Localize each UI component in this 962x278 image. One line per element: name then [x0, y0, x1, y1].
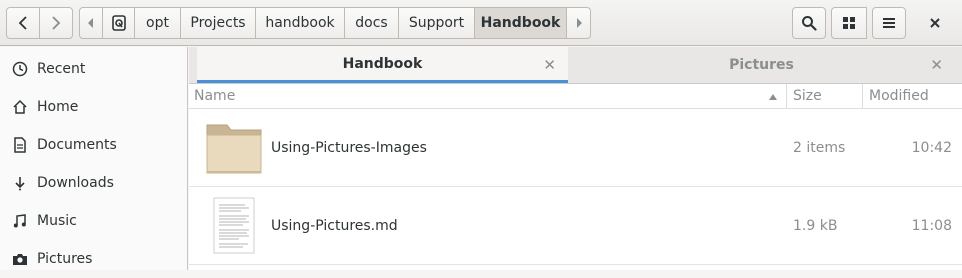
sidebar-item-label: Recent [37, 61, 86, 77]
path-segment[interactable]: Support [399, 7, 475, 39]
path-segment[interactable]: handbook [256, 7, 345, 39]
grid-icon [843, 17, 855, 29]
sidebar: Recent Home Documents Downloads Music Pi… [0, 47, 188, 270]
sidebar-item-label: Documents [37, 137, 117, 153]
clock-icon [12, 61, 28, 77]
hamburger-icon [883, 18, 895, 28]
file-list: Name Size Modified Using-Pictures-Images… [189, 84, 962, 270]
file-size: 1.9 kB [793, 218, 838, 234]
path-segment[interactable]: Projects [181, 7, 256, 39]
path-root-button[interactable] [103, 7, 135, 39]
triangle-right-icon [576, 18, 582, 28]
column-header-modified[interactable]: Modified [863, 84, 962, 109]
chevron-left-icon [18, 16, 27, 30]
home-icon [12, 99, 28, 115]
sort-ascending-icon [769, 94, 777, 100]
tab-label: Pictures [729, 57, 794, 73]
menu-button[interactable] [872, 7, 906, 39]
sidebar-item-label: Music [37, 213, 77, 229]
text-file-icon [213, 197, 255, 254]
view-toggle-button[interactable] [831, 7, 867, 39]
file-name: Using-Pictures-Images [271, 140, 427, 156]
sidebar-item-recent[interactable]: Recent [0, 50, 187, 88]
download-icon [12, 175, 28, 191]
file-size: 2 items [793, 140, 846, 156]
close-icon [930, 18, 940, 28]
file-row[interactable]: Using-Pictures.md 1.9 kB 11:08 [189, 187, 962, 265]
column-header-name[interactable]: Name [189, 84, 786, 109]
document-icon [12, 137, 28, 153]
tab-handbook[interactable]: Handbook ✕ [197, 47, 568, 83]
music-icon [12, 213, 28, 229]
file-modified: 11:08 [911, 218, 952, 234]
file-modified: 10:42 [911, 140, 952, 156]
path-scroll-left-button[interactable] [79, 7, 103, 39]
camera-icon [12, 251, 28, 267]
column-header-label: Name [194, 88, 236, 104]
path-segment[interactable]: docs [345, 7, 399, 39]
path-bar: opt Projects handbook docs Support Handb… [79, 7, 591, 39]
column-header-label: Modified [869, 88, 929, 104]
drive-icon [111, 15, 126, 31]
path-segment[interactable]: opt [135, 7, 181, 39]
tab-label: Handbook [342, 55, 423, 72]
tab-bar: Handbook ✕ Pictures ✕ [189, 47, 962, 84]
search-button[interactable] [792, 7, 826, 39]
close-tab-icon[interactable]: ✕ [930, 56, 943, 74]
sidebar-item-label: Home [37, 99, 79, 115]
column-header-label: Size [793, 88, 822, 104]
file-row[interactable]: Using-Pictures-Images 2 items 10:42 [189, 109, 962, 187]
forward-button[interactable] [39, 7, 73, 39]
triangle-left-icon [88, 18, 93, 28]
sidebar-item-label: Downloads [37, 175, 114, 191]
search-icon [802, 16, 817, 31]
window-close-button[interactable] [918, 7, 952, 39]
path-scroll-right-button[interactable] [567, 7, 591, 39]
sidebar-item-downloads[interactable]: Downloads [0, 164, 187, 202]
folder-icon [206, 124, 262, 174]
tab-pictures[interactable]: Pictures ✕ [568, 47, 955, 83]
close-tab-icon[interactable]: ✕ [543, 56, 556, 74]
sidebar-item-documents[interactable]: Documents [0, 126, 187, 164]
back-button[interactable] [6, 7, 40, 39]
path-segment-current[interactable]: Handbook [475, 7, 567, 39]
sidebar-item-label: Pictures [37, 251, 93, 267]
sidebar-item-pictures[interactable]: Pictures [0, 240, 187, 278]
file-name: Using-Pictures.md [271, 218, 398, 234]
column-header-size[interactable]: Size [787, 84, 863, 109]
header-bar: opt Projects handbook docs Support Handb… [0, 0, 962, 46]
chevron-right-icon [52, 16, 61, 30]
sidebar-item-music[interactable]: Music [0, 202, 187, 240]
sidebar-item-home[interactable]: Home [0, 88, 187, 126]
